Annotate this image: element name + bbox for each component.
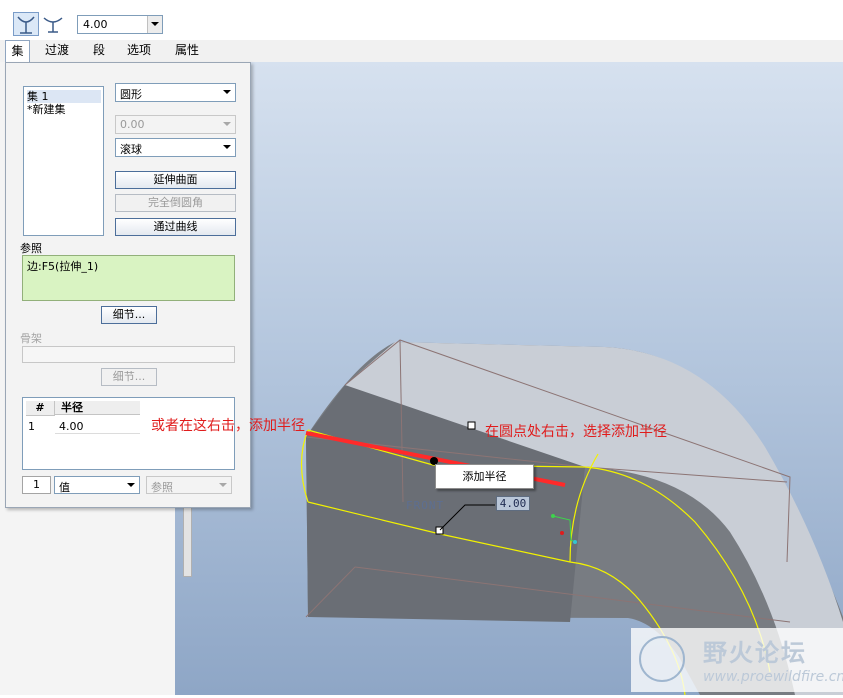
watermark-url: www.proewildfire.cn (703, 669, 843, 685)
viewport-scrollbar[interactable] (183, 505, 192, 577)
chevron-down-icon (223, 122, 231, 126)
radius-value: 4.00 (83, 18, 108, 31)
references-details-button[interactable]: 细节... (101, 306, 157, 324)
butterfly-logo-icon (639, 636, 685, 682)
sets-list[interactable]: 集 1 *新建集 (23, 86, 104, 236)
watermark-title: 野火论坛 (703, 638, 807, 667)
model-geometry (300, 339, 843, 696)
column-header-radius: 半径 (55, 401, 140, 415)
reference-item[interactable]: 边:F5(拉伸_1) (27, 258, 98, 274)
annotation-right-click-table: 或者在这右击，添加半径 (151, 418, 305, 434)
table-row-number: 1 (28, 420, 35, 433)
column-header-number: # (26, 401, 55, 416)
radius-dimension-label[interactable]: 4.00 (496, 496, 530, 511)
chevron-down-icon (127, 483, 135, 487)
skeleton-label: 骨架 (20, 332, 42, 345)
radius-type-select[interactable]: 值 (54, 476, 140, 494)
conic-value-input: 0.00 (115, 115, 236, 134)
creation-method-select[interactable]: 滚球 (115, 138, 236, 157)
through-curve-button[interactable]: 通过曲线 (115, 218, 236, 236)
annotation-right-click-dot: 在圆点处右击，选择添加半径 (485, 424, 667, 440)
constant-round-icon[interactable] (13, 12, 39, 36)
table-row-radius-value[interactable]: 4.00 (55, 420, 140, 434)
context-menu-add-radius[interactable]: 添加半径 (435, 464, 534, 489)
graphics-viewport[interactable] (175, 62, 843, 696)
cross-section-shape-select[interactable]: 圆形 (115, 83, 236, 102)
tab-sets[interactable]: 集 (5, 40, 30, 63)
radius-value-combo[interactable]: 4.00 (77, 15, 163, 34)
extend-surfaces-button[interactable]: 延伸曲面 (115, 171, 236, 189)
skeleton-collector (22, 346, 235, 363)
forum-watermark: 野火论坛 www.proewildfire.cn (631, 628, 843, 692)
list-item-set-1[interactable]: 集 1 (27, 90, 101, 103)
references-label: 参照 (20, 242, 42, 255)
method-value: 滚球 (120, 143, 142, 156)
chevron-down-icon (219, 483, 227, 487)
chevron-down-icon[interactable] (147, 16, 162, 33)
radius-type-value: 值 (59, 481, 70, 494)
chevron-down-icon (223, 90, 231, 94)
full-round-button: 完全倒圆角 (115, 194, 236, 212)
tab-segments[interactable]: 段 (88, 40, 110, 62)
radius-reference-select: 参照 (146, 476, 232, 494)
tab-transitions[interactable]: 过渡 (38, 40, 76, 62)
list-item-new-set[interactable]: *新建集 (27, 103, 66, 116)
skeleton-details-button: 细节... (101, 368, 157, 386)
variable-round-icon[interactable] (41, 12, 67, 36)
value-placeholder: 0.00 (120, 118, 145, 131)
chevron-down-icon (223, 145, 231, 149)
tab-options[interactable]: 选项 (120, 40, 158, 62)
tab-properties[interactable]: 属性 (168, 40, 206, 62)
references-collector[interactable]: 边:F5(拉伸_1) (22, 255, 235, 301)
shape-value: 圆形 (120, 88, 142, 101)
sets-panel: 集 1 *新建集 圆形 0.00 滚球 延伸曲面 完全倒圆角 通过曲线 参照 边… (5, 62, 251, 508)
radius-reference-value: 参照 (151, 481, 173, 494)
datum-plane-label: FRONT (406, 499, 445, 512)
radius-row-index: 1 (22, 476, 51, 494)
